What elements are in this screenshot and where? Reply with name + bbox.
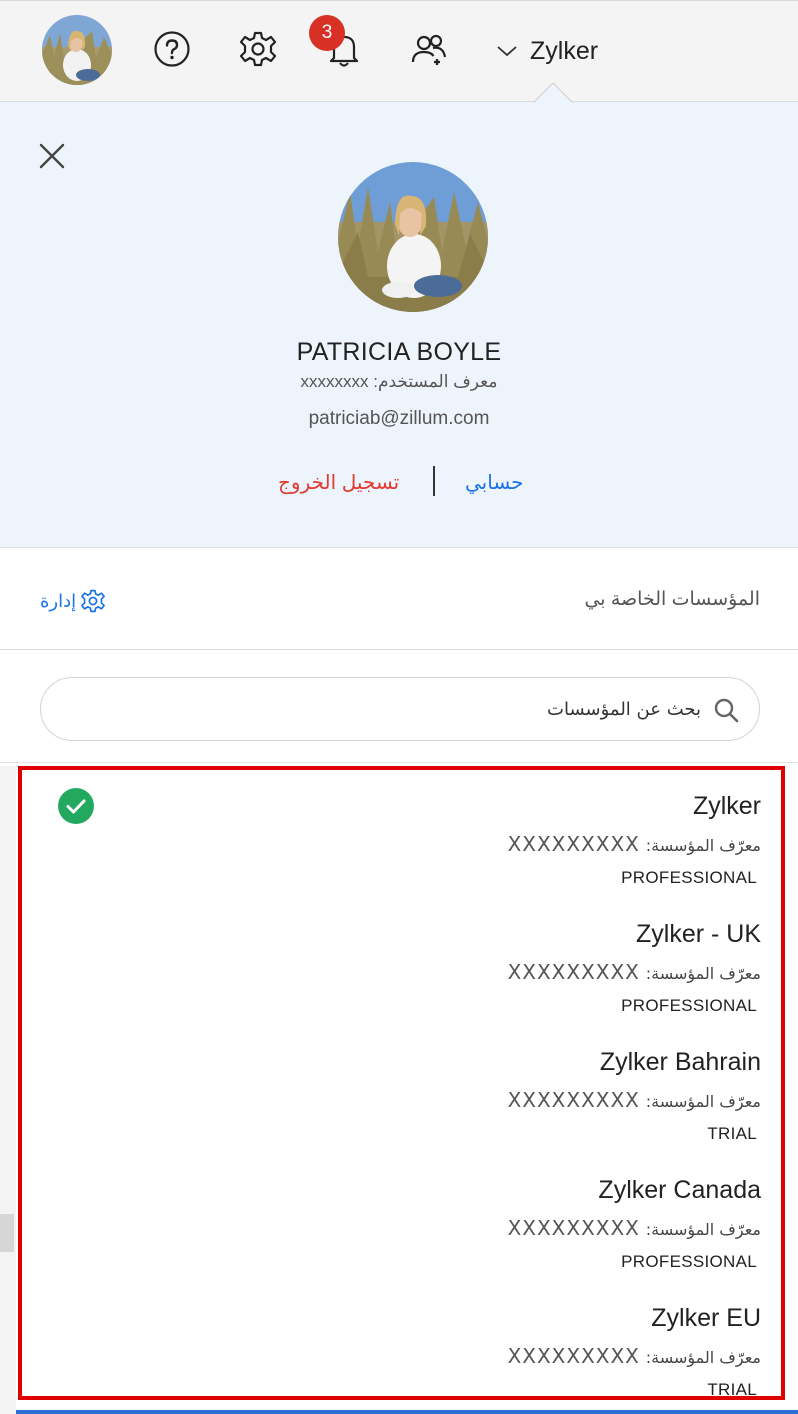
org-search-box[interactable]	[40, 677, 760, 741]
org-item-zylker-canada[interactable]: Zylker Canada معرّف المؤسسة: XXXXXXXXX P…	[22, 1154, 781, 1282]
my-account-link[interactable]: حسابي	[465, 470, 524, 495]
org-id-value: XXXXXXXXX	[507, 832, 640, 856]
org-id-label: معرّف المؤسسة:	[645, 1092, 761, 1111]
bottom-border	[16, 1410, 798, 1414]
sign-out-link[interactable]: تسجيل الخروج	[278, 470, 399, 495]
check-icon	[66, 799, 86, 814]
org-item-zylker[interactable]: Zylker معرّف المؤسسة: XXXXXXXXX PROFESSI…	[22, 770, 781, 898]
user-id-label: معرف المستخدم:	[373, 372, 498, 391]
org-switcher-label: Zylker	[530, 36, 599, 65]
user-name: PATRICIA BOYLE	[296, 338, 502, 366]
org-name: Zylker	[692, 792, 761, 820]
user-id-value: xxxxxxxx	[300, 372, 369, 391]
org-name: Zylker - UK	[636, 920, 761, 948]
org-id-label: معرّف المؤسسة:	[645, 1220, 761, 1239]
help-icon	[154, 31, 190, 67]
org-plan: PROFESSIONAL	[621, 1252, 757, 1271]
org-id-value: XXXXXXXXX	[507, 1216, 640, 1240]
manage-orgs-button[interactable]: إدارة	[40, 588, 106, 614]
gear-icon	[81, 589, 106, 613]
user-id: معرف المستخدم: xxxxxxxx	[0, 372, 798, 392]
close-icon	[39, 143, 65, 169]
chevron-down-icon	[497, 46, 517, 57]
org-list: Zylker معرّف المؤسسة: XXXXXXXXX PROFESSI…	[18, 766, 785, 1400]
org-item-zylker-uk[interactable]: Zylker - UK معرّف المؤسسة: XXXXXXXXX PRO…	[22, 898, 781, 1026]
org-id: معرّف المؤسسة: XXXXXXXXX	[508, 832, 761, 857]
manage-label: إدارة	[40, 590, 77, 611]
orgs-header: إدارة المؤسسات الخاصة بي	[0, 550, 798, 650]
profile-avatar	[338, 162, 488, 312]
org-id-value: XXXXXXXXX	[507, 1088, 640, 1112]
dropdown-caret	[533, 82, 573, 104]
org-search-input[interactable]	[61, 678, 711, 740]
org-id-label: معرّف المؤسسة:	[645, 1348, 761, 1367]
search-icon	[714, 698, 739, 723]
org-id: معرّف المؤسسة: XXXXXXXXX	[508, 960, 761, 985]
org-item-zylker-bahrain[interactable]: Zylker Bahrain معرّف المؤسسة: XXXXXXXXX …	[22, 1026, 781, 1154]
profile-panel: PATRICIA BOYLE معرف المستخدم: xxxxxxxx p…	[0, 102, 798, 548]
org-id-label: معرّف المؤسسة:	[645, 836, 761, 855]
org-id: معرّف المؤسسة: XXXXXXXXX	[508, 1344, 761, 1369]
org-item-zylker-eu[interactable]: Zylker EU معرّف المؤسسة: XXXXXXXXX TRIAL	[22, 1282, 781, 1399]
org-switcher[interactable]: Zylker	[496, 31, 598, 71]
org-search-section	[0, 651, 798, 763]
org-id-label: معرّف المؤسسة:	[645, 964, 761, 983]
close-button[interactable]	[36, 140, 68, 172]
org-id: معرّف المؤسسة: XXXXXXXXX	[508, 1216, 761, 1241]
help-button[interactable]	[150, 27, 194, 71]
org-name: Zylker Canada	[598, 1176, 761, 1204]
org-name: Zylker Bahrain	[599, 1048, 761, 1076]
settings-button[interactable]	[236, 27, 280, 71]
link-divider	[433, 466, 435, 496]
avatar-photo-icon	[42, 15, 112, 85]
org-plan: TRIAL	[707, 1124, 757, 1143]
selected-check	[58, 788, 94, 824]
users-icon	[411, 34, 447, 65]
org-name: Zylker EU	[651, 1304, 761, 1332]
top-bar: 3 Zylker	[0, 0, 798, 102]
scrollbar-thumb[interactable]	[0, 1214, 14, 1252]
gear-icon	[239, 31, 277, 67]
notification-badge: 3	[309, 15, 345, 51]
org-id-value: XXXXXXXXX	[507, 960, 640, 984]
org-id: معرّف المؤسسة: XXXXXXXXX	[508, 1088, 761, 1113]
avatar[interactable]	[42, 15, 112, 85]
profile-photo-icon	[338, 162, 488, 312]
org-plan: TRIAL	[707, 1380, 757, 1399]
org-plan: PROFESSIONAL	[621, 996, 757, 1015]
org-id-value: XXXXXXXXX	[507, 1344, 640, 1368]
profile-links: تسجيل الخروج حسابي	[0, 466, 798, 502]
user-email: patriciab@zillum.com	[308, 408, 490, 429]
orgs-title: المؤسسات الخاصة بي	[584, 589, 760, 610]
org-plan: PROFESSIONAL	[621, 868, 757, 887]
scrollbar-track[interactable]	[0, 766, 16, 1414]
contacts-button[interactable]	[408, 27, 452, 71]
